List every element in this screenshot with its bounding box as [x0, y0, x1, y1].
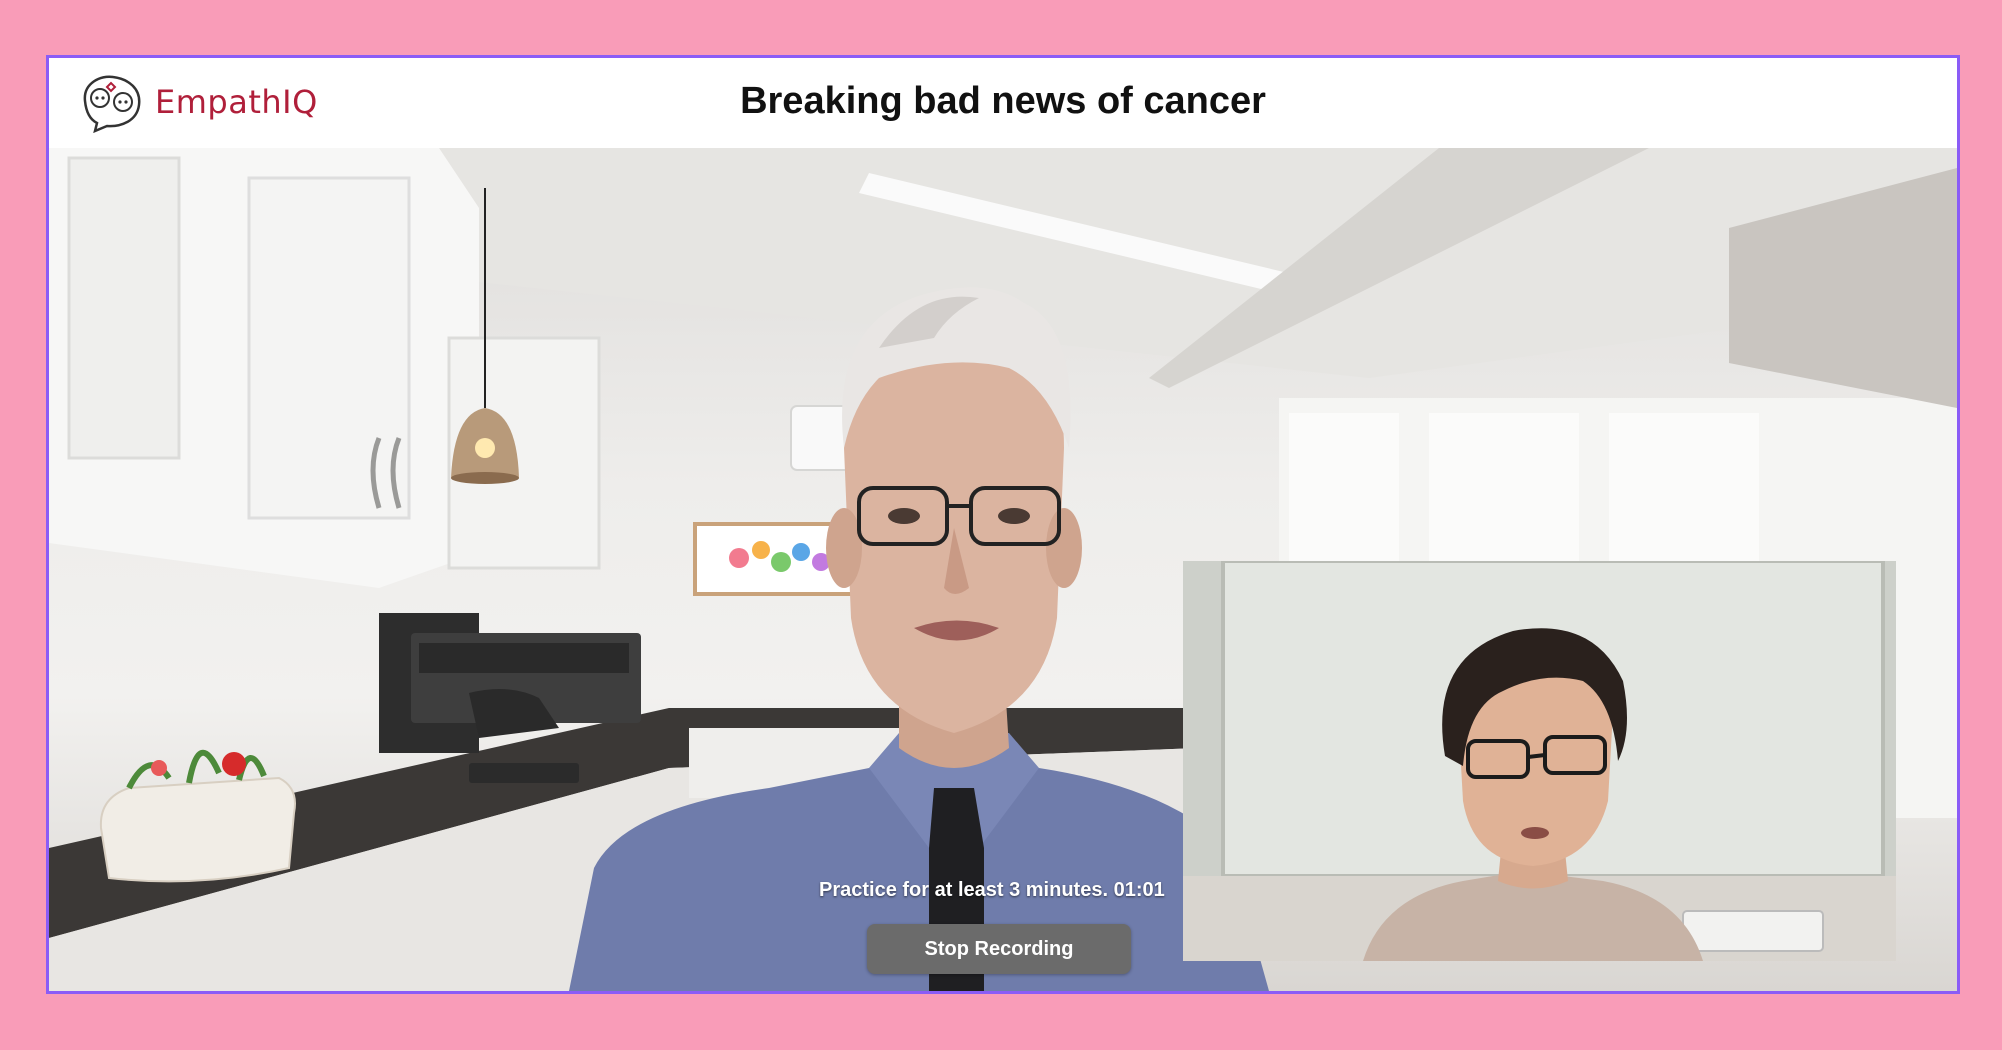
stop-recording-button[interactable]: Stop Recording — [867, 924, 1131, 974]
user-webcam-feed — [1183, 561, 1896, 961]
session-timer: 01:01 — [1113, 879, 1165, 901]
app-window: EmpathIQ Breaking bad news of cancer Pra… — [46, 55, 1960, 994]
avatar-scene: Practice for at least 3 minutes. 01:01 S… — [49, 148, 1957, 991]
practice-message: Practice for at least 3 minutes. — [819, 879, 1109, 901]
practice-status: Practice for at least 3 minutes. 01:01 — [819, 879, 1165, 902]
webcam-image — [1183, 561, 1896, 961]
app-header: EmpathIQ Breaking bad news of cancer — [49, 58, 1957, 148]
page-title: Breaking bad news of cancer — [740, 80, 1266, 122]
